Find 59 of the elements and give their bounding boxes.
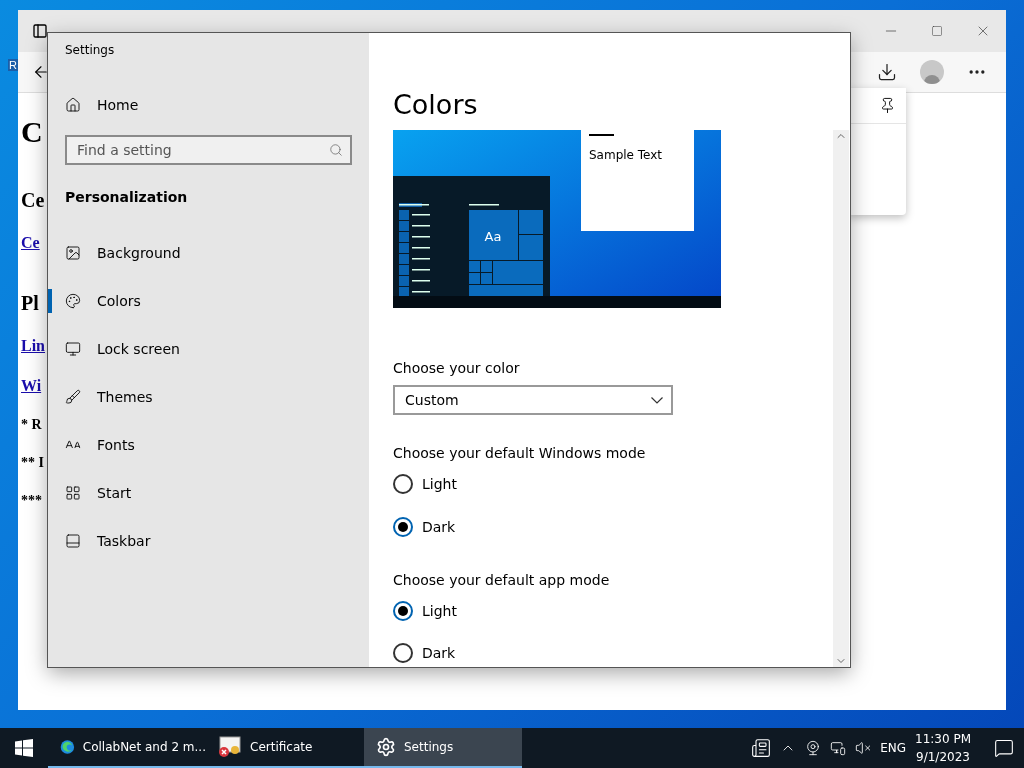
picture-icon xyxy=(65,245,81,261)
desktop-icon-label[interactable]: R xyxy=(8,59,18,71)
tab-actions-icon[interactable] xyxy=(32,23,48,39)
taskbar-app[interactable]: CollabNet and 2 m... xyxy=(48,728,206,768)
mode-label: Choose your default app mode xyxy=(393,571,611,588)
page-link[interactable]: Wi xyxy=(21,377,42,395)
nav-item[interactable]: Themes xyxy=(48,373,352,421)
page-heading: Pl xyxy=(21,292,39,315)
radio-option[interactable]: Dark xyxy=(393,512,833,541)
radio-option[interactable]: Light xyxy=(393,596,833,625)
download-icon[interactable] xyxy=(877,62,897,82)
nav-item[interactable]: Taskbar xyxy=(48,517,352,565)
page-link[interactable]: Ce xyxy=(21,234,40,252)
notification-icon[interactable] xyxy=(994,738,1014,758)
clock[interactable]: 11:30 PM 9/1/2023 xyxy=(915,730,971,766)
brush-icon xyxy=(65,389,81,405)
title-line xyxy=(589,134,614,136)
mode-label: Choose your default Windows mode xyxy=(393,445,647,462)
page-link[interactable]: Lin xyxy=(21,337,45,355)
search-icon[interactable] xyxy=(329,143,343,157)
monitor-icon xyxy=(65,341,81,357)
maximize-icon[interactable] xyxy=(931,25,943,37)
taskbar-app[interactable]: Settings xyxy=(364,728,522,768)
nav-item[interactable]: Background xyxy=(48,229,352,277)
color-label: Choose your color xyxy=(393,360,521,376)
chevron-down-icon xyxy=(651,396,663,404)
palette-icon xyxy=(65,293,81,309)
search-field[interactable]: Find a setting xyxy=(65,135,352,165)
panel-icon xyxy=(65,533,81,549)
language-indicator[interactable]: ENG xyxy=(880,741,906,755)
volume-icon[interactable] xyxy=(855,740,872,756)
taskbar-app[interactable]: Certificate xyxy=(206,728,364,768)
nav-item[interactable]: Start xyxy=(48,469,352,517)
back-icon[interactable] xyxy=(32,63,50,81)
page-heading: C xyxy=(21,115,43,149)
start-icon[interactable] xyxy=(15,739,33,757)
radio-option[interactable]: Dark xyxy=(393,638,833,667)
color-dropdown[interactable]: Custom xyxy=(393,385,673,416)
page-text: ** I xyxy=(21,455,44,471)
radio-option[interactable]: Light xyxy=(393,470,833,499)
certificate-icon xyxy=(218,736,242,758)
page-text: * R xyxy=(21,417,42,433)
nav-item[interactable]: Fonts xyxy=(48,421,352,469)
home-icon xyxy=(65,97,81,113)
profile-avatar[interactable] xyxy=(920,60,944,84)
gear-icon xyxy=(376,737,396,757)
news-icon[interactable] xyxy=(751,738,772,758)
nav-item[interactable]: Lock screen xyxy=(48,325,352,373)
sample-text: Sample Text xyxy=(589,148,663,162)
page-text: *** xyxy=(21,493,42,509)
grid-icon xyxy=(65,485,81,501)
home-item[interactable]: Home xyxy=(48,81,352,129)
window-title: Settings xyxy=(65,43,116,57)
pin-icon[interactable] xyxy=(879,97,896,114)
tile-text: Aa xyxy=(484,229,502,244)
page-heading: Ce xyxy=(21,189,45,212)
section-heading: Personalization xyxy=(65,189,189,205)
page-title: Colors xyxy=(393,89,479,120)
camera-icon[interactable] xyxy=(805,740,822,756)
